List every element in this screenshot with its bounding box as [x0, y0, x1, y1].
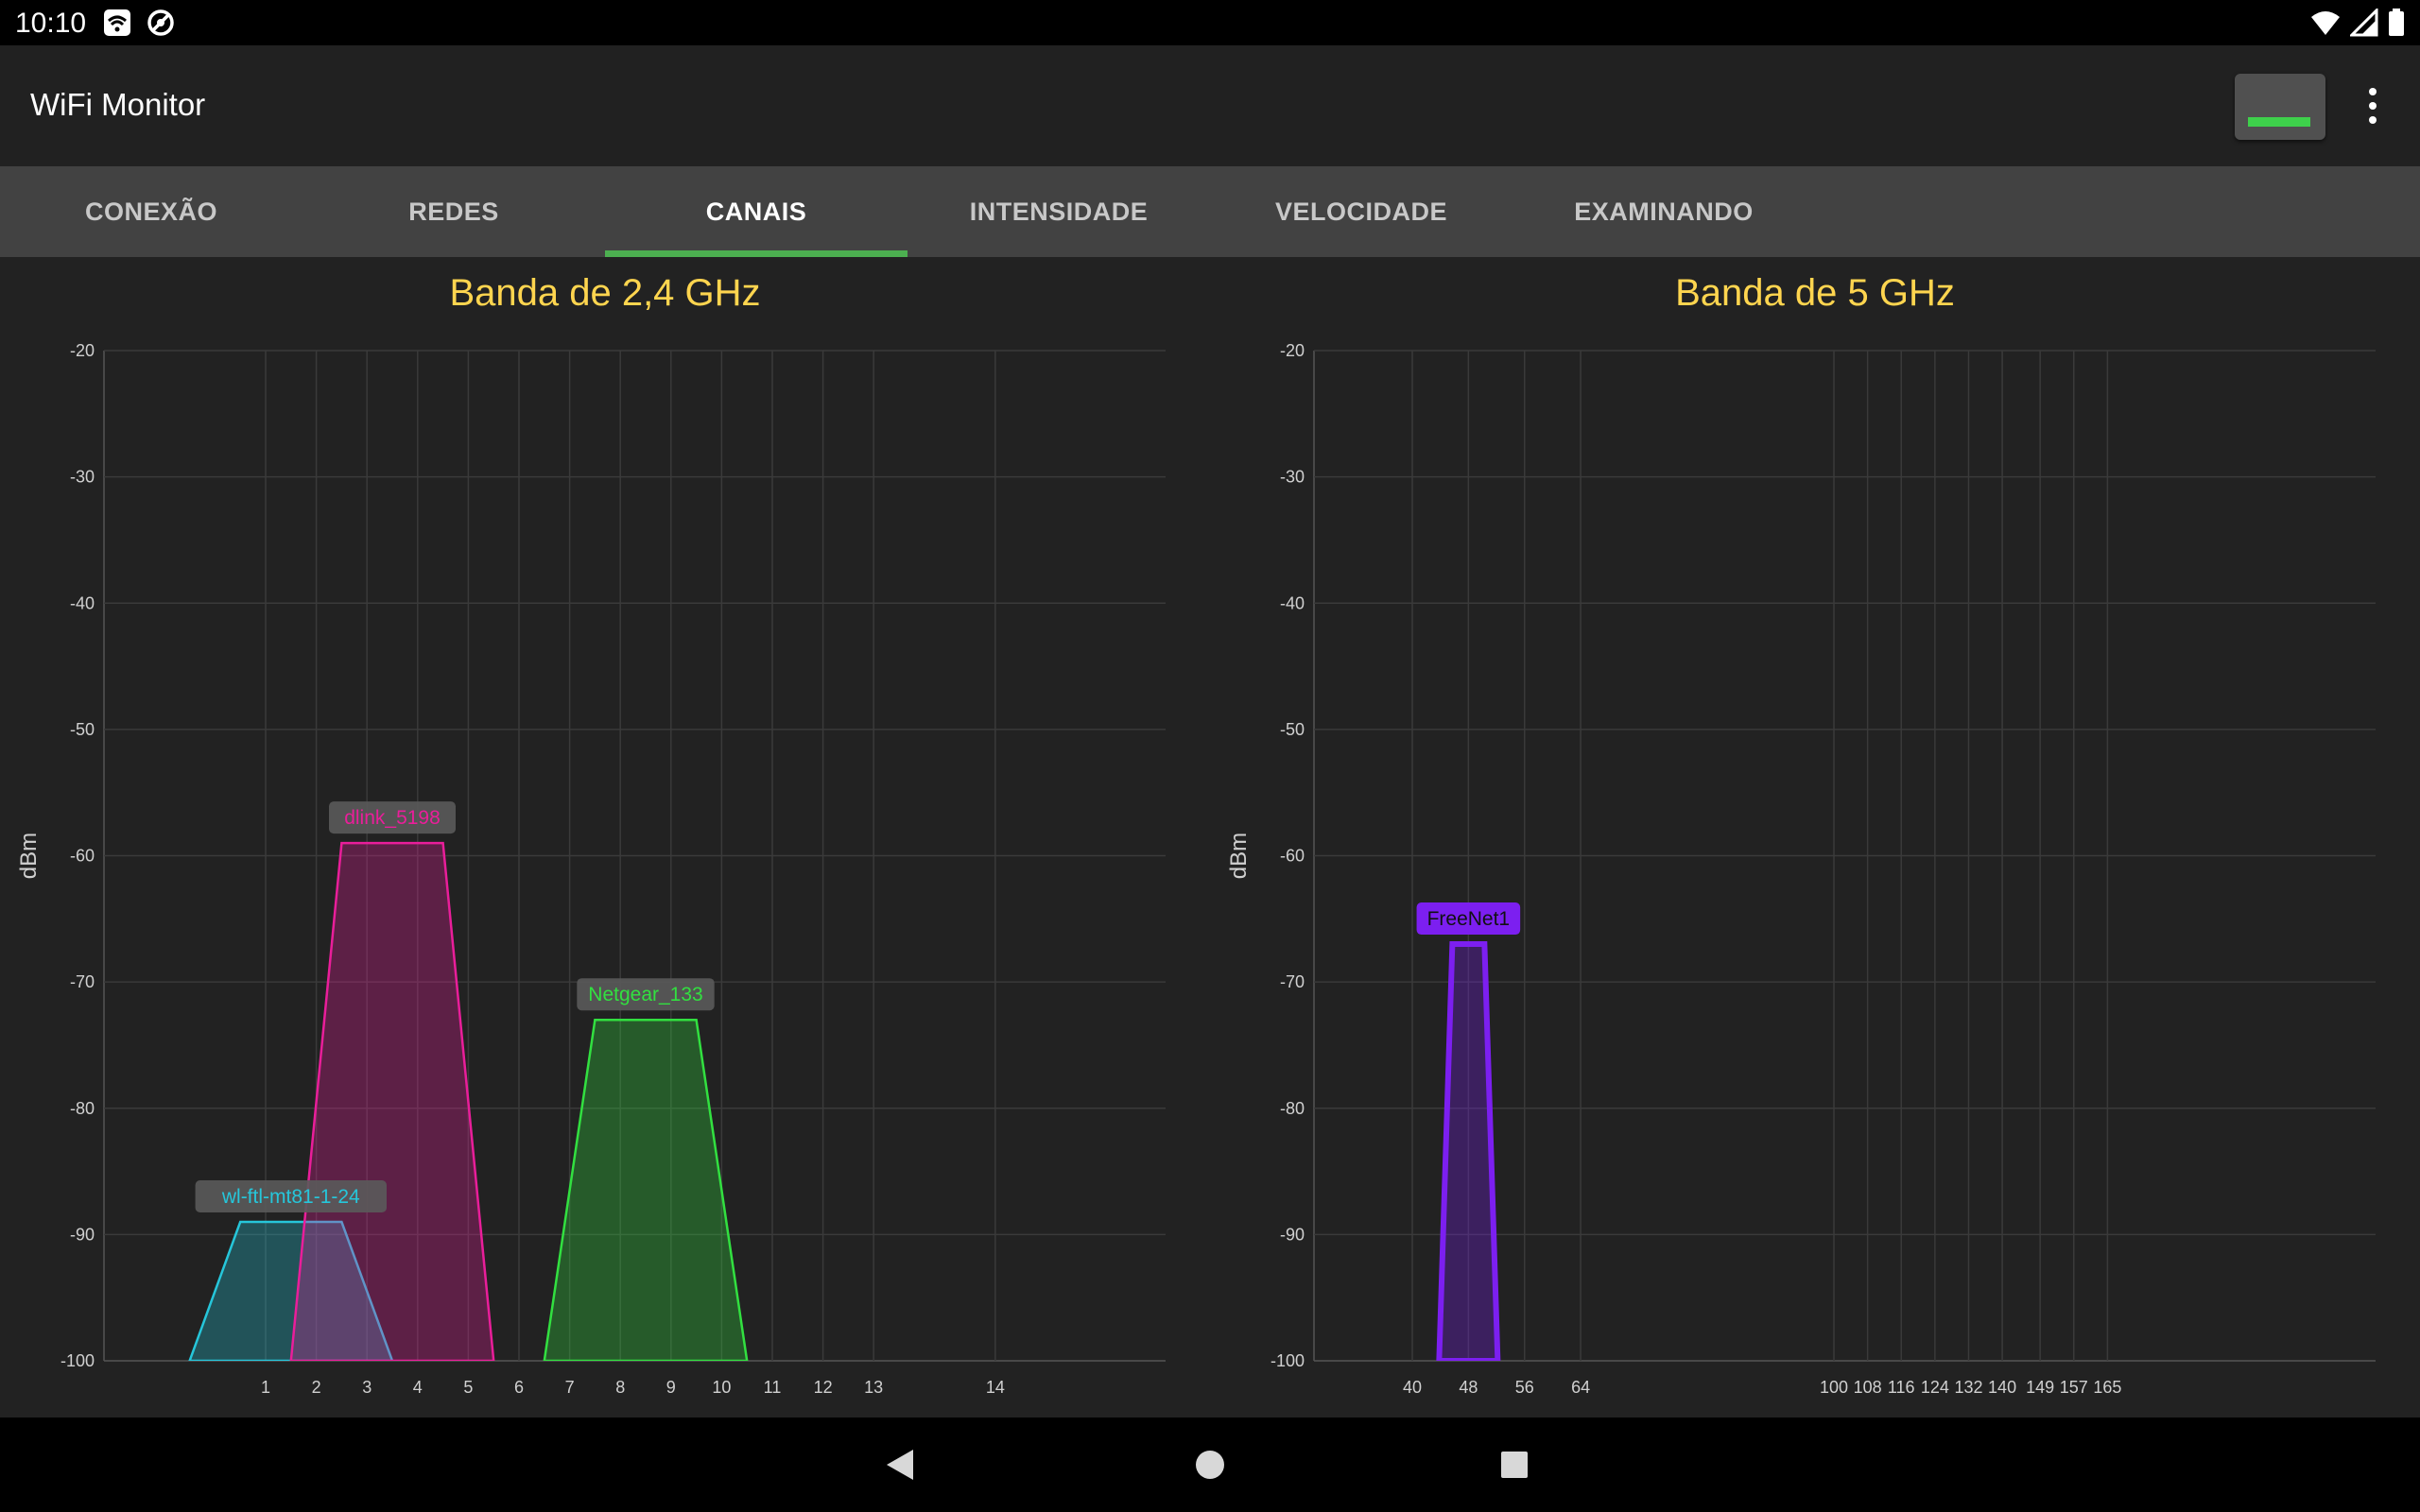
- x-tick-label: 100: [1820, 1378, 1848, 1397]
- x-tick-label: 124: [1921, 1378, 1949, 1397]
- x-tick-label: 1: [261, 1378, 270, 1397]
- x-tick-label: 48: [1459, 1378, 1478, 1397]
- tab-velocidade[interactable]: VELOCIDADE: [1210, 166, 1512, 257]
- y-tick-label: -70: [1280, 972, 1305, 991]
- y-tick-label: -90: [70, 1225, 95, 1244]
- tab-conexao[interactable]: CONEXÃO: [0, 166, 302, 257]
- x-tick-label: 7: [565, 1378, 575, 1397]
- app-title: WiFi Monitor: [30, 87, 206, 122]
- tab-bar: CONEXÃO REDES CANAIS INTENSIDADE VELOCID…: [0, 166, 2420, 257]
- tab-redes[interactable]: REDES: [302, 166, 605, 257]
- x-tick-label: 9: [666, 1378, 676, 1397]
- y-tick-label: -20: [70, 341, 95, 360]
- x-tick-label: 12: [814, 1378, 833, 1397]
- x-tick-label: 11: [764, 1378, 782, 1397]
- y-tick-label: -50: [70, 720, 95, 739]
- x-tick-label: 108: [1854, 1378, 1882, 1397]
- no-entry-icon: [147, 9, 174, 36]
- back-icon[interactable]: [872, 1435, 932, 1495]
- active-tab-indicator: [605, 250, 908, 257]
- y-axis-label: dBm: [1226, 833, 1252, 879]
- x-tick-label: 6: [514, 1378, 524, 1397]
- y-tick-label: -80: [1280, 1099, 1305, 1118]
- network-label: Netgear_133: [588, 984, 702, 1005]
- tab-examinando[interactable]: EXAMINANDO: [1512, 166, 1815, 257]
- network-label: FreeNet1: [1427, 908, 1511, 930]
- network-area: [1436, 941, 1501, 1361]
- wifi-box-icon: [104, 9, 130, 36]
- x-tick-label: 56: [1515, 1378, 1534, 1397]
- y-tick-label: -40: [1280, 593, 1305, 612]
- app-bar: WiFi Monitor: [0, 45, 2420, 166]
- channel-charts: -20-30-40-50-60-70-80-90-1001 2 3 4 5 6 7 8 9 10 1…: [16, 341, 2376, 1397]
- y-axis-label: dBm: [16, 833, 42, 879]
- x-tick-label: 132: [1954, 1378, 1982, 1397]
- y-tick-label: -50: [1280, 720, 1305, 739]
- battery-icon: [2389, 9, 2404, 36]
- y-tick-label: -80: [70, 1099, 95, 1118]
- wifi-signal-icon: [2311, 11, 2340, 35]
- scan-indicator-icon: [2248, 117, 2310, 127]
- cell-signal-icon: [2350, 9, 2378, 37]
- x-tick-label: 149: [2026, 1378, 2054, 1397]
- x-tick-label: 165: [2093, 1378, 2121, 1397]
- x-tick-label: 8: [615, 1378, 625, 1397]
- status-bar: 10:10: [0, 0, 2420, 45]
- navigation-bar: [0, 1418, 2420, 1512]
- x-tick-label: 14: [986, 1378, 1005, 1397]
- tab-canais[interactable]: CANAIS: [605, 166, 908, 257]
- recents-icon[interactable]: [1484, 1435, 1545, 1495]
- status-time: 10:10: [15, 8, 87, 39]
- x-tick-label: 5: [463, 1378, 473, 1397]
- y-tick-label: -100: [60, 1351, 95, 1370]
- y-tick-label: -60: [70, 847, 95, 866]
- network-label: wl-ftl-mt81-1-24: [221, 1186, 360, 1208]
- y-tick-label: -30: [1280, 468, 1305, 487]
- home-icon[interactable]: [1180, 1435, 1240, 1495]
- x-tick-label: 13: [864, 1378, 883, 1397]
- x-tick-label: 64: [1571, 1378, 1590, 1397]
- x-tick-label: 2: [312, 1378, 321, 1397]
- x-tick-label: 4: [413, 1378, 423, 1397]
- x-tick-label: 116: [1888, 1378, 1915, 1397]
- y-tick-label: -70: [70, 972, 95, 991]
- y-tick-label: -20: [1280, 341, 1305, 360]
- x-tick-label: 140: [1988, 1378, 2016, 1397]
- x-tick-label: 157: [2060, 1378, 2088, 1397]
- more-vert-icon[interactable]: [2354, 83, 2392, 129]
- scan-button[interactable]: [2235, 74, 2325, 140]
- network-label: dlink_5198: [344, 807, 441, 829]
- network-area: [289, 841, 495, 1361]
- y-tick-label: -60: [1280, 847, 1305, 866]
- tab-intensidade[interactable]: INTENSIDADE: [908, 166, 1210, 257]
- y-tick-label: -100: [1270, 1351, 1305, 1370]
- y-tick-label: -40: [70, 593, 95, 612]
- y-tick-label: -30: [70, 468, 95, 487]
- x-tick-label: 10: [712, 1378, 731, 1397]
- x-tick-label: 3: [362, 1378, 372, 1397]
- y-tick-label: -90: [1280, 1225, 1305, 1244]
- network-area: [543, 1018, 749, 1361]
- x-tick-label: 40: [1403, 1378, 1422, 1397]
